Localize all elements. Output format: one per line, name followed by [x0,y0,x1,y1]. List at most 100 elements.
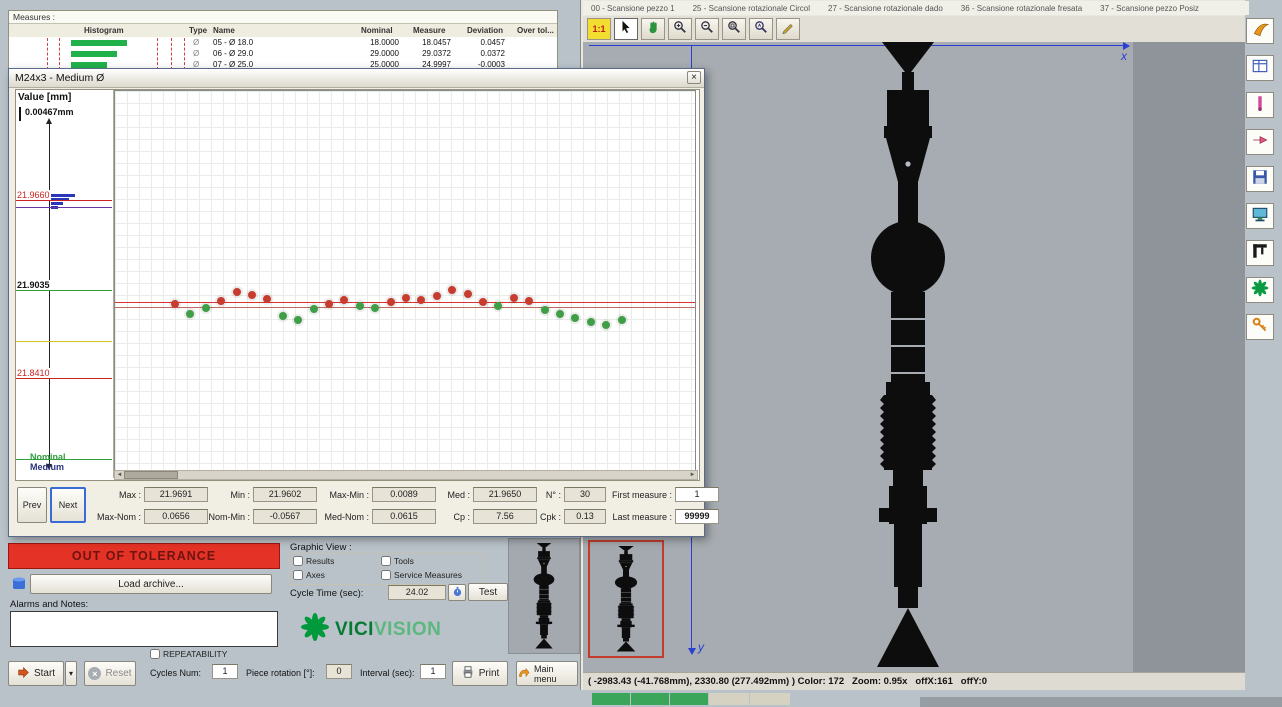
repeatability-checkbox-input[interactable] [150,649,160,659]
measurement-point[interactable] [448,286,456,294]
scan-tab[interactable]: 00 - Scansione pezzo 1 [591,4,675,13]
measurement-point[interactable] [541,306,549,314]
measurement-point[interactable] [479,298,487,306]
measurement-point[interactable] [340,296,348,304]
open-archive-button[interactable] [1246,18,1274,44]
load-archive-button[interactable]: Load archive... [30,574,272,594]
tools-checkbox-input[interactable] [381,556,391,566]
col-name[interactable]: Name [213,26,235,35]
scan-tab[interactable]: 27 - Scansione rotazionale dado [828,4,943,13]
part-thumbnail-selected[interactable] [588,540,664,658]
first-measure-input[interactable]: 1 [675,487,719,502]
scroll-thumb[interactable] [124,471,178,479]
measurement-point[interactable] [279,312,287,320]
vici-logo-button[interactable] [1246,277,1274,303]
start-options-button[interactable]: ▾ [65,661,77,686]
piece-rotation-input[interactable]: 0 [326,664,352,679]
col-measure[interactable]: Measure [413,26,445,35]
zoom-out-button[interactable] [695,18,719,40]
zoom-in-button[interactable] [668,18,692,40]
measurement-point[interactable] [571,314,579,322]
pan-hand-button[interactable] [641,18,665,40]
first-measure-label: First measure : [606,490,672,500]
results-checkbox-input[interactable] [293,556,303,566]
measurement-point[interactable] [186,310,194,318]
measurement-point[interactable] [525,297,533,305]
measure-name: 06 - Ø 29.0 [213,49,253,59]
scroll-right-arrow[interactable]: ► [688,472,697,478]
col-type[interactable]: Type [189,26,207,35]
results-checkbox[interactable]: Results [293,556,334,566]
zoom-1to1-button[interactable]: 1:1 [587,18,611,40]
graphic-view-title: Graphic View : [290,542,352,553]
measurement-point[interactable] [433,292,441,300]
axes-checkbox[interactable]: Axes [293,570,325,580]
measurement-point[interactable] [402,294,410,302]
close-button[interactable]: × [687,71,701,84]
measurement-point[interactable] [233,288,241,296]
plot-scrollbar[interactable]: ◄ ► [114,470,698,480]
dialog-titlebar[interactable]: M24x3 - Medium Ø × [9,69,704,88]
table-row[interactable]: Ø 05 - Ø 18.0 18.0000 18.0457 0.0457 [9,38,557,48]
measurement-point[interactable] [371,304,379,312]
measurement-point[interactable] [417,296,425,304]
measurement-point[interactable] [294,316,302,324]
prev-button[interactable]: Prev [17,487,47,523]
scan-tab[interactable]: 25 - Scansione rotazionale Circol [693,4,810,13]
start-button[interactable]: Start [8,661,64,686]
measurement-point[interactable] [202,304,210,312]
interval-input[interactable]: 1 [420,664,446,679]
settings-key-button[interactable] [1246,314,1274,340]
report-table-button[interactable] [1246,55,1274,81]
col-deviation[interactable]: Deviation [467,26,503,35]
measurement-point[interactable] [325,300,333,308]
caliper-button[interactable] [1246,240,1274,266]
measurement-point[interactable] [556,310,564,318]
alarms-notes-input[interactable] [10,611,278,647]
part-thumbnail[interactable] [508,538,580,654]
scroll-left-arrow[interactable]: ◄ [115,472,124,478]
stopwatch-icon-button[interactable] [448,584,466,601]
next-button[interactable]: Next [50,487,86,523]
export-button[interactable] [1246,129,1274,155]
measurement-point[interactable] [356,302,364,310]
measurement-point[interactable] [217,297,225,305]
measurement-point[interactable] [602,321,610,329]
measurement-point[interactable] [618,316,626,324]
cycles-num-input[interactable]: 1 [212,664,238,679]
measurement-point[interactable] [464,290,472,298]
trend-plot[interactable] [114,90,696,472]
monitor-view-button[interactable] [1246,203,1274,229]
save-button[interactable] [1246,166,1274,192]
select-cursor-button[interactable] [614,18,638,40]
probe-tool-button[interactable] [1246,92,1274,118]
zoom-extents-button[interactable] [749,18,773,40]
tools-checkbox[interactable]: Tools [381,556,414,566]
measurement-point[interactable] [310,305,318,313]
measurement-point[interactable] [587,318,595,326]
col-nominal[interactable]: Nominal [361,26,393,35]
measurement-point[interactable] [171,300,179,308]
measurement-point[interactable] [494,302,502,310]
col-histogram[interactable]: Histogram [84,26,124,35]
axes-checkbox-input[interactable] [293,570,303,580]
arrow-right-icon [1251,131,1269,154]
test-button[interactable]: Test [468,583,508,601]
last-measure-input[interactable]: 99999 [675,509,719,524]
measurement-point[interactable] [263,295,271,303]
table-row[interactable]: Ø 06 - Ø 29.0 29.0000 29.0372 0.0372 [9,49,557,59]
measurement-point[interactable] [510,294,518,302]
measurement-point[interactable] [248,291,256,299]
reset-button[interactable]: × Reset [84,661,136,686]
measurement-point[interactable] [387,298,395,306]
repeatability-checkbox[interactable]: REPEATABILITY [150,649,227,659]
scan-tab[interactable]: 36 - Scansione rotazionale fresata [961,4,1082,13]
col-overtol[interactable]: Over tol... [517,26,554,35]
print-button[interactable]: Print [452,661,508,686]
service-measures-checkbox[interactable]: Service Measures [381,570,462,580]
scan-tab[interactable]: 37 - Scansione pezzo Posiz [1100,4,1199,13]
service-measures-checkbox-input[interactable] [381,570,391,580]
measure-pencil-button[interactable] [776,18,800,40]
zoom-window-button[interactable] [722,18,746,40]
main-menu-button[interactable]: Main menu [516,661,578,686]
